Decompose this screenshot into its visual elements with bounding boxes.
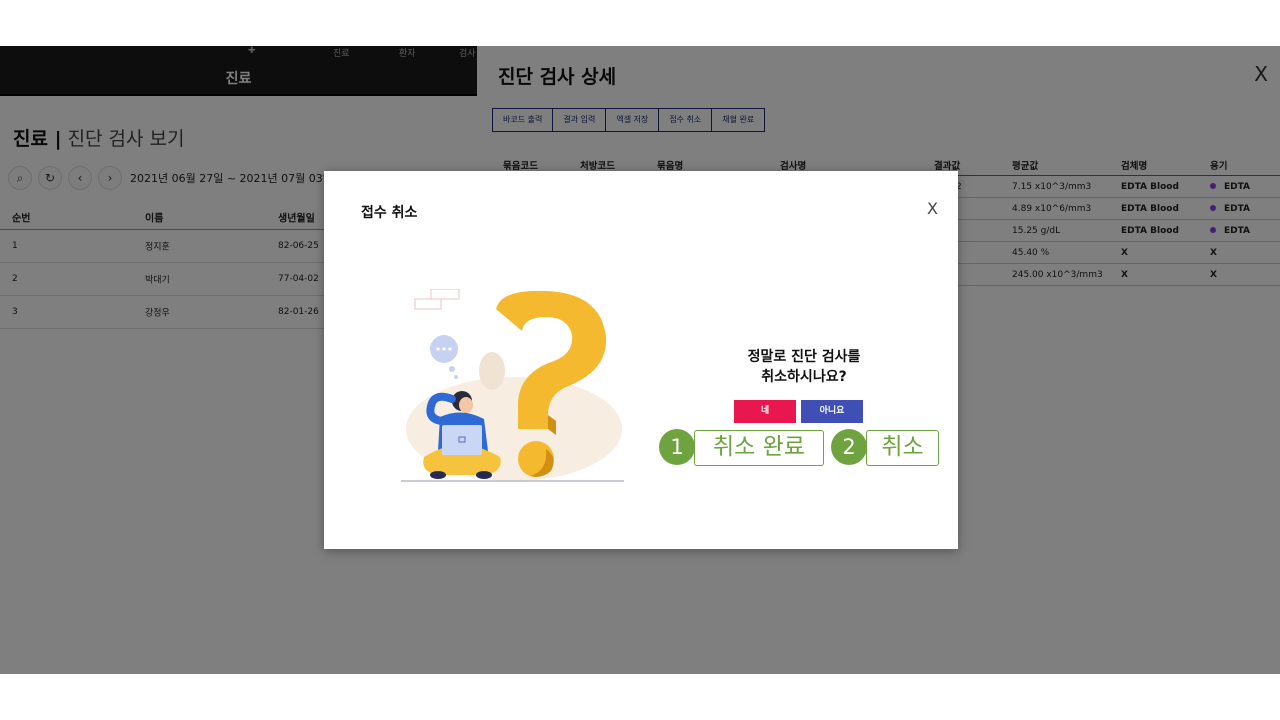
laptop-icon xyxy=(442,425,482,455)
confirm-question: 정말로 진단 검사를 취소하시나요? xyxy=(324,347,958,387)
confused-person-illustration xyxy=(401,289,624,482)
dialog-close-icon[interactable]: X xyxy=(927,199,938,218)
dialog-title: 접수 취소 xyxy=(361,205,418,221)
yes-button[interactable]: 네 xyxy=(734,400,796,423)
question-line: 정말로 진단 검사를 xyxy=(747,349,861,365)
callout-label-1: 취소 완료 xyxy=(694,430,824,466)
callout-number-1: 1 xyxy=(659,429,695,465)
callout-label-2: 취소 xyxy=(866,430,939,466)
deco-rect xyxy=(430,289,460,300)
deco-rect xyxy=(414,298,442,310)
person-face xyxy=(459,397,473,413)
callout-number-2: 2 xyxy=(831,429,867,465)
screen: ✚ 진료 환자 검사 진료 진료 | 진단 검사 보기 ⌕ ↻ ‹ › 2021… xyxy=(0,46,1280,674)
question-line: 취소하시나요? xyxy=(761,369,847,385)
cancel-dialog: 접수 취소 X 정말로 진단 검사를 취소하시나요? 네 아니요 xyxy=(324,171,958,549)
no-button[interactable]: 아니요 xyxy=(801,400,863,423)
